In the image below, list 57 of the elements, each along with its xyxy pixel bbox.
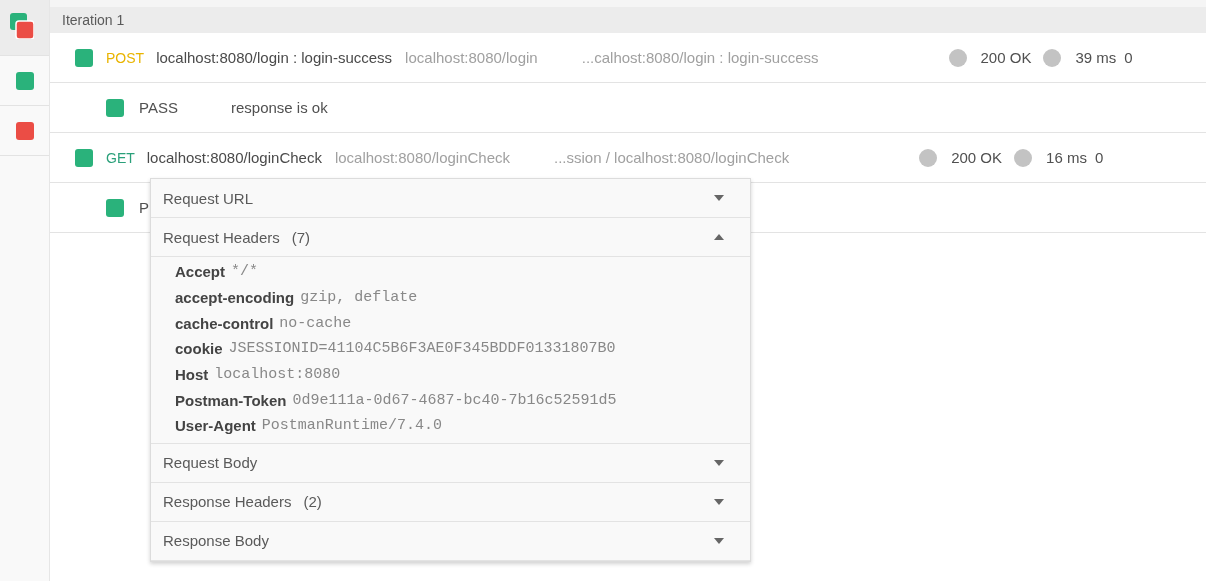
status-dot-icon (919, 148, 938, 167)
caret-icon (714, 498, 724, 505)
header-value: PostmanRuntime/7.4.0 (261, 417, 442, 435)
section-header[interactable]: Request Headers (7) (151, 218, 750, 257)
section-header[interactable]: Request URL (151, 179, 750, 218)
section-count: (7) (291, 228, 311, 246)
header-key: Accept (175, 263, 226, 281)
request-name[interactable]: localhost:8080/loginCheck (146, 149, 322, 166)
header-key: Host (175, 366, 209, 384)
section-header[interactable]: Request Body (151, 443, 750, 483)
header-value: no-cache (279, 314, 352, 332)
request-path: ...ssion / localhost:8080/loginCheck (554, 149, 790, 166)
header-key: cache-control (175, 314, 274, 332)
request-method: GET (106, 149, 135, 166)
status-square-icon (15, 71, 34, 90)
section-title: Response Headers (163, 493, 292, 511)
request-url: localhost:8080/loginCheck (334, 149, 511, 166)
header-value: JSESSIONID=41104C5B6F3AE0F345BDDF01331807B0 (228, 340, 616, 358)
status-dot-icon (948, 48, 967, 67)
section-header[interactable]: Response Body (151, 521, 750, 561)
caret-icon (714, 234, 724, 240)
request-path: ...calhost:8080/login : login-success (581, 49, 819, 66)
header-key: User-Agent (175, 417, 256, 435)
header-key: Postman-Token (175, 391, 287, 409)
header-key: accept-encoding (175, 289, 295, 307)
response-size: 0 (1124, 49, 1133, 66)
sidebar-item[interactable] (0, 0, 49, 56)
caret-icon (714, 459, 724, 466)
caret-icon (714, 195, 724, 201)
test-result: PASS (139, 99, 178, 116)
header-value: gzip, deflate (300, 289, 418, 307)
header-value: 0d9e111a-0d67-4687-bc40-7b16c52591d5 (292, 391, 617, 409)
section-title: Response Body (163, 532, 269, 550)
response-time: 39 ms (1075, 49, 1117, 66)
caret-icon (714, 537, 724, 544)
response-code: 200 OK (951, 149, 1003, 166)
header-key: cookie (175, 340, 223, 358)
section-count: (2) (303, 493, 322, 511)
test-result: P (139, 199, 149, 216)
response-time: 16 ms (1046, 149, 1087, 166)
time-dot-icon (1043, 48, 1062, 67)
response-code: 200 OK (980, 49, 1032, 66)
status-squares-icon (9, 12, 34, 39)
response-size: 0 (1094, 149, 1104, 166)
section-title: Request URL (163, 189, 254, 207)
section-header[interactable]: Response Headers (2) (151, 482, 750, 522)
status-square-icon (15, 121, 34, 140)
section-title: Request Headers (163, 228, 280, 246)
time-dot-icon (1014, 148, 1033, 167)
request-url: localhost:8080/login (405, 49, 538, 66)
header-value: */* (231, 263, 259, 281)
request-method: POST (106, 49, 145, 66)
header-value: localhost:8080 (214, 366, 341, 384)
section-title: Request Body (163, 454, 258, 472)
request-name[interactable]: localhost:8080/login : login-success (156, 49, 393, 66)
iteration-title: Iteration 1 (62, 12, 125, 28)
test-message: response is ok (231, 99, 328, 116)
